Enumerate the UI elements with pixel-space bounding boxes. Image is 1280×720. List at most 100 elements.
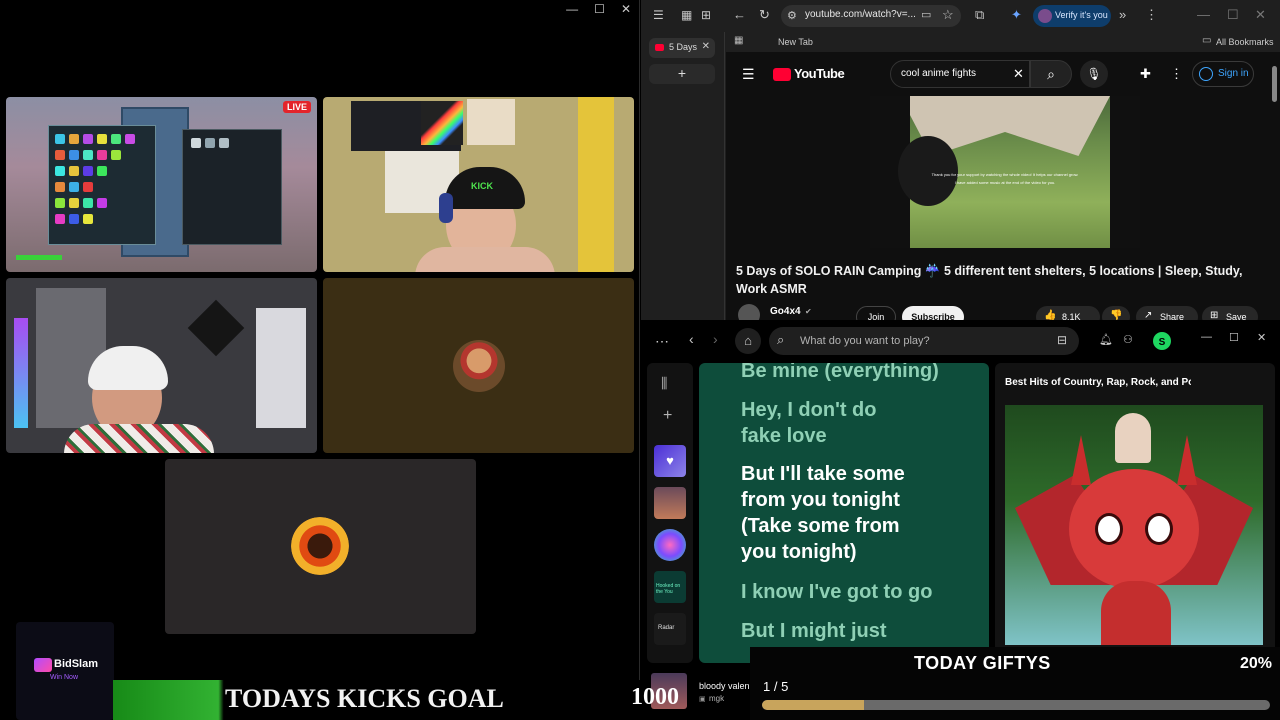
game-feed-tile: LIVE xyxy=(6,97,317,272)
lyric-line-2[interactable]: Hey, I don't do fake love xyxy=(741,397,891,449)
youtube-page: ☰ YouTube cool anime fights ✕ ⌕ 🎙 ✚ ⋮ Si… xyxy=(726,52,1280,320)
video-player[interactable]: Thank you for your support by watching t… xyxy=(870,96,1140,248)
address-bar[interactable]: ⚙ youtube.com/watch?v=... xyxy=(781,5,961,27)
cap-logo: KICK xyxy=(471,181,493,191)
bookmark-new-tab[interactable]: New Tab xyxy=(778,37,813,47)
reload-icon[interactable]: ↻ xyxy=(759,7,770,23)
lyric-line-1[interactable]: Be mine (everything) xyxy=(741,363,981,383)
lyric-line-3[interactable]: But I'll take some from you tonight (Tak… xyxy=(741,461,931,565)
save-icon: ⊞ xyxy=(1210,310,1219,320)
sponsor-tagline: Win Now xyxy=(50,674,79,681)
search-button[interactable]: ⌕ xyxy=(1030,60,1072,88)
kicks-goal-bar: TODAYS KICKS GOAL xyxy=(113,680,640,720)
library-thumb-4[interactable]: Hooked on the You xyxy=(654,571,686,603)
minimize-icon[interactable]: — xyxy=(1197,7,1210,22)
yt-more-icon[interactable]: ⋮ xyxy=(1170,66,1183,82)
subscribe-button[interactable]: Subscribe xyxy=(902,306,964,320)
lyric-line-5[interactable]: But I might just xyxy=(741,618,981,644)
share-button[interactable]: ↗ Share xyxy=(1136,306,1198,320)
tab-grid-icon[interactable]: ▦ xyxy=(681,8,692,22)
guest-2-avatar xyxy=(291,517,349,575)
share-label: Share xyxy=(1160,312,1185,320)
verify-profile-chip[interactable]: Verify it's you xyxy=(1033,5,1111,27)
youtube-search-box[interactable]: cool anime fights ✕ xyxy=(890,60,1030,88)
now-playing-artist[interactable]: mgk xyxy=(709,694,724,703)
giftys-percent: 20% xyxy=(1239,655,1272,672)
spotify-search-box[interactable]: ⌕ What do you want to play? ⊟ xyxy=(769,327,1079,355)
more-chevron-icon[interactable]: » xyxy=(1119,7,1126,22)
menu-dots-icon[interactable]: ⋮ xyxy=(1145,7,1158,23)
join-button[interactable]: Join xyxy=(856,306,896,320)
vertical-tabs-icon[interactable]: ⊞ xyxy=(701,8,711,22)
save-button[interactable]: ⊞ Save xyxy=(1202,306,1258,320)
health-bar xyxy=(16,255,62,260)
container-inventory xyxy=(182,129,282,245)
yellow-curtain xyxy=(578,97,614,272)
library-thumb-2[interactable] xyxy=(654,487,686,519)
join-label: Join xyxy=(867,312,885,320)
hamburger-menu-icon[interactable]: ☰ xyxy=(742,66,755,83)
mic-icon[interactable]: 🎙 xyxy=(1080,60,1108,88)
sign-in-button[interactable]: Sign in xyxy=(1192,61,1254,87)
friends-icon[interactable]: ⚇ xyxy=(1123,333,1133,346)
channel-avatar[interactable] xyxy=(738,304,760,320)
notifications-icon[interactable]: 🔔︎ xyxy=(1099,333,1113,346)
maximize-icon[interactable]: ☐ xyxy=(1227,7,1239,23)
bookmark-star-icon[interactable]: ☆ xyxy=(942,7,954,23)
nav-back-icon[interactable]: ‹ xyxy=(689,331,694,347)
user-avatar-letter: S xyxy=(1158,337,1166,348)
library-thumb-5[interactable]: Radar xyxy=(654,613,686,645)
clear-search-icon[interactable]: ✕ xyxy=(1013,66,1024,82)
maximize-icon[interactable]: ☐ xyxy=(594,2,605,16)
user-avatar[interactable]: S xyxy=(1153,332,1171,350)
tab-actions-icon[interactable]: ☰ xyxy=(653,8,664,22)
extensions-icon[interactable]: ⧉ xyxy=(975,7,984,23)
liked-songs-thumb[interactable]: ♥ xyxy=(654,445,686,477)
tab-close-icon[interactable]: ✕ xyxy=(702,41,710,52)
back-icon[interactable]: ← xyxy=(733,7,746,22)
library-thumb-3[interactable] xyxy=(654,529,686,561)
home-button[interactable]: ⌂ xyxy=(735,328,761,354)
all-bookmarks[interactable]: All Bookmarks xyxy=(1216,37,1274,47)
giftys-count: 1 / 5 xyxy=(763,679,789,694)
minimize-icon[interactable]: — xyxy=(566,2,578,16)
library-thumb-4-label: Hooked on the You xyxy=(656,583,681,595)
now-playing-title[interactable]: bloody valentine xyxy=(699,681,749,691)
tab-active[interactable]: 5 Days ✕ xyxy=(649,38,715,58)
close-icon[interactable]: ✕ xyxy=(1257,331,1266,344)
gemini-icon[interactable]: ✦ xyxy=(1011,7,1022,23)
yt-scrollbar[interactable] xyxy=(1272,66,1277,102)
apps-grid-icon[interactable]: ▦ xyxy=(734,35,743,46)
browse-icon[interactable]: ⊟ xyxy=(1057,333,1067,347)
url-text[interactable]: youtube.com/watch?v=... xyxy=(805,9,916,20)
close-icon[interactable]: ✕ xyxy=(1255,7,1266,23)
search-placeholder[interactable]: What do you want to play? xyxy=(800,335,930,347)
maximize-icon[interactable]: ☐ xyxy=(1229,331,1239,344)
site-info-icon[interactable]: ⚙ xyxy=(787,9,797,22)
close-icon[interactable]: ✕ xyxy=(621,2,631,16)
devil-horn-left xyxy=(1071,435,1091,485)
devil-body xyxy=(1101,581,1171,645)
thumbs-up-icon: 👍 xyxy=(1044,310,1057,320)
library-icon[interactable]: ⫼ xyxy=(661,375,667,392)
cast-icon[interactable]: ▭ xyxy=(921,8,931,21)
nav-forward-icon[interactable]: › xyxy=(713,331,718,347)
sponsor-name: BidSlam xyxy=(54,658,99,670)
shelf xyxy=(256,308,306,428)
channel-name[interactable]: Go4x4 xyxy=(770,306,801,317)
lyric-line-4[interactable]: I know I've got to go xyxy=(741,579,981,605)
minimize-icon[interactable]: — xyxy=(1201,331,1212,343)
search-input-value[interactable]: cool anime fights xyxy=(901,68,976,79)
create-playlist-icon[interactable]: + xyxy=(663,407,672,425)
stream-window-controls: — ☐ ✕ xyxy=(566,2,631,16)
playlist-title[interactable]: Best Hits of Country, Rap, Rock, and Pop xyxy=(1005,377,1191,388)
youtube-logo-icon[interactable] xyxy=(773,68,791,81)
spotify-menu-icon[interactable]: ⋯ xyxy=(655,333,669,350)
like-button[interactable]: 👍 8.1K xyxy=(1036,306,1100,320)
extension-puzzle-icon[interactable]: ✚ xyxy=(1140,66,1151,82)
youtube-logo-text[interactable]: YouTube xyxy=(794,66,845,81)
kicks-goal-label: TODAYS KICKS GOAL xyxy=(225,684,504,713)
new-tab-button[interactable]: + xyxy=(649,64,715,84)
dislike-button[interactable]: 👎 xyxy=(1102,306,1130,320)
lyrics-panel: Be mine (everything) Hey, I don't do fak… xyxy=(699,363,989,663)
